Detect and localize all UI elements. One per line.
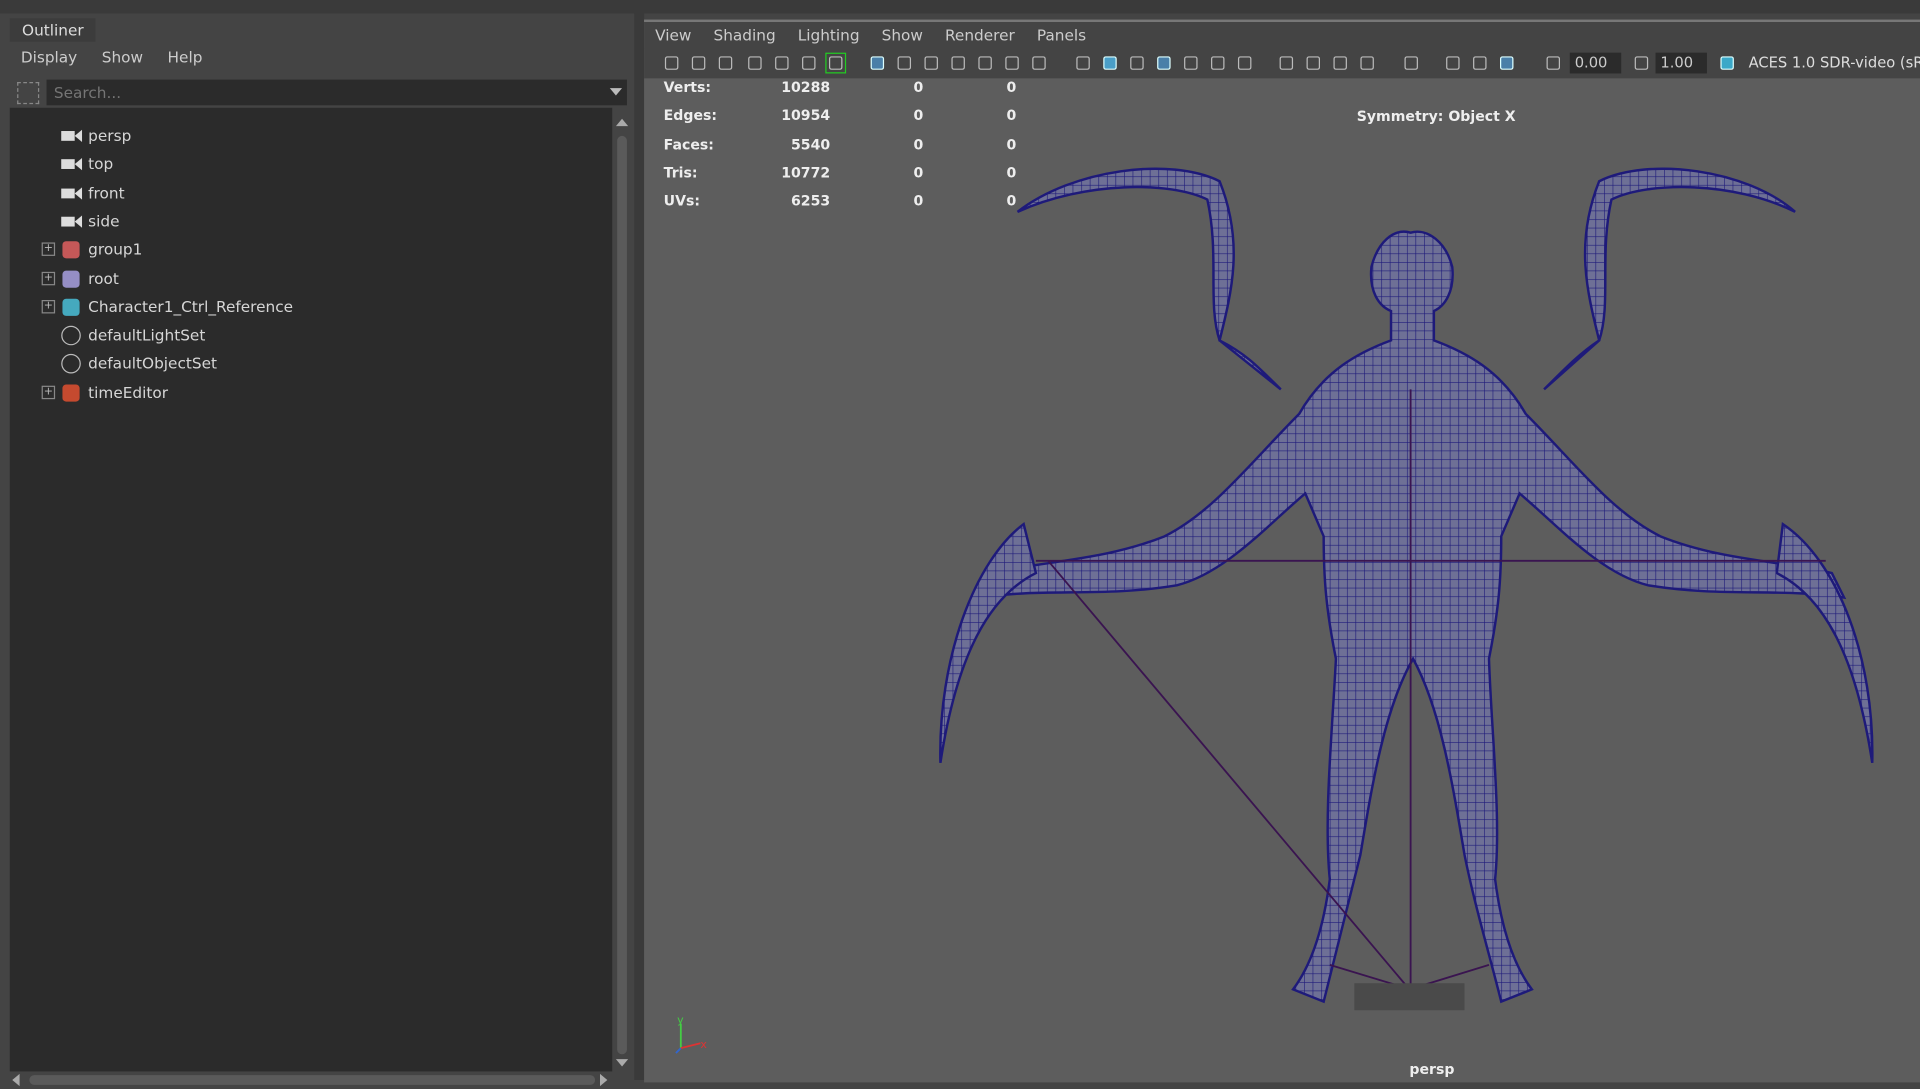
- outliner-item-label: timeEditor: [88, 382, 169, 402]
- axis-gizmo-icon: y x: [675, 1014, 707, 1054]
- expand-icon[interactable]: +: [41, 385, 56, 399]
- outliner-item-root[interactable]: + root: [10, 265, 612, 292]
- scroll-thumb[interactable]: [617, 135, 627, 1055]
- set-icon: [61, 354, 82, 374]
- camera-icon: [61, 155, 83, 175]
- menu-show[interactable]: Show: [89, 43, 155, 72]
- camera-icon: [61, 126, 83, 146]
- outliner-item-label: persp: [88, 126, 132, 145]
- scroll-thumb-h[interactable]: [29, 1075, 596, 1085]
- outliner-panel: Outliner Display Show Help persp top front…: [0, 13, 635, 1087]
- outliner-item-Character1_Ctrl_Reference[interactable]: + Character1_Ctrl_Reference: [10, 294, 612, 321]
- outliner-item-defaultLightSet[interactable]: defaultLightSet: [10, 322, 612, 349]
- menu-help[interactable]: Help: [155, 43, 214, 72]
- group-icon: [61, 240, 82, 260]
- expand-icon[interactable]: +: [41, 271, 56, 285]
- time-editor-icon: [61, 383, 82, 403]
- outliner-tree: persp top front side + group1 + root + Character1…: [9, 107, 613, 1072]
- camera-name-label: persp: [1409, 1060, 1455, 1078]
- scroll-up-icon[interactable]: [615, 118, 629, 127]
- scroll-left-icon[interactable]: [12, 1073, 20, 1087]
- outliner-item-defaultObjectSet[interactable]: defaultObjectSet: [10, 351, 612, 378]
- outliner-item-front[interactable]: front: [10, 180, 612, 207]
- scroll-right-icon[interactable]: [600, 1073, 608, 1087]
- outliner-item-label: group1: [88, 240, 143, 259]
- outliner-item-label: root: [88, 268, 119, 288]
- maya-window: Outliner Display Show Help persp top front…: [0, 0, 1920, 1087]
- camera-icon: [61, 183, 83, 203]
- scroll-down-icon[interactable]: [615, 1059, 629, 1067]
- menu-display[interactable]: Display: [9, 43, 90, 72]
- vertical-scrollbar[interactable]: [615, 118, 630, 1071]
- filter-icon[interactable]: [17, 82, 40, 105]
- search-dropdown-icon[interactable]: [609, 88, 623, 96]
- outliner-search-input[interactable]: [46, 79, 627, 106]
- top-strip: [0, 0, 1920, 14]
- outliner-item-side[interactable]: side: [10, 208, 612, 235]
- outliner-item-label: side: [88, 211, 120, 231]
- outliner-item-label: top: [88, 154, 114, 174]
- set-icon: [61, 325, 82, 346]
- outliner-item-label: defaultObjectSet: [88, 354, 218, 373]
- axis-y-label: y: [677, 1014, 684, 1027]
- joint-icon: [61, 269, 82, 289]
- outliner-tab[interactable]: Outliner: [9, 18, 96, 42]
- outliner-item-group1[interactable]: + group1: [10, 237, 612, 264]
- outliner-item-label: defaultLightSet: [88, 325, 206, 345]
- ground-base: [1354, 983, 1465, 1011]
- expand-icon[interactable]: +: [41, 242, 56, 257]
- camera-icon: [61, 212, 83, 232]
- viewport-panel: View Shading Lighting Show Renderer Pane…: [644, 19, 1920, 1083]
- outliner-item-label: front: [88, 183, 125, 202]
- expand-icon[interactable]: +: [41, 299, 56, 314]
- horizontal-scrollbar[interactable]: [10, 1071, 612, 1088]
- outliner-item-timeEditor[interactable]: + timeEditor: [10, 379, 612, 406]
- hik-icon: [61, 297, 82, 317]
- outliner-item-persp[interactable]: persp: [10, 122, 612, 149]
- panel-divider[interactable]: [634, 13, 645, 1081]
- character-wireframe-model[interactable]: y x: [644, 22, 1920, 1082]
- outliner-item-label: Character1_Ctrl_Reference: [88, 297, 294, 316]
- outliner-item-top[interactable]: top: [10, 151, 612, 178]
- axis-x-label: x: [700, 1038, 707, 1051]
